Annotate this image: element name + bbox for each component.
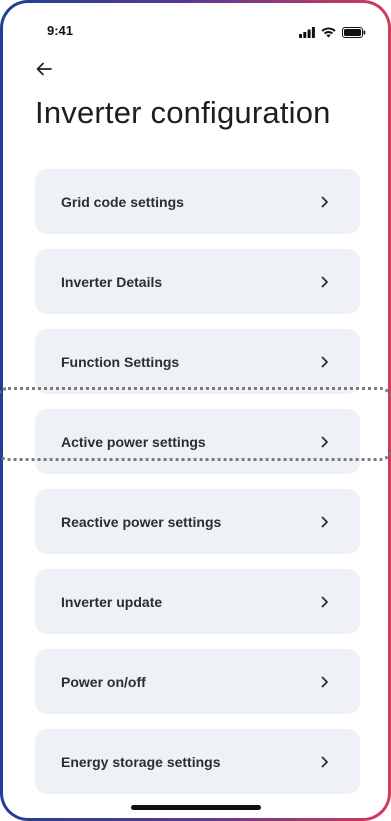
page-title: Inverter configuration xyxy=(35,95,331,130)
home-indicator xyxy=(130,805,261,810)
menu-item-label: Energy storage settings xyxy=(61,753,221,770)
status-icons xyxy=(299,25,366,43)
menu-item-label: Inverter update xyxy=(61,593,163,610)
menu-item-label: Function Settings xyxy=(61,353,180,370)
menu-item-label: Grid code settings xyxy=(61,193,184,210)
menu-item-reactive-power-settings[interactable]: Reactive power settings xyxy=(35,489,360,554)
menu-item-label: Inverter Details xyxy=(61,273,163,290)
menu-item-inverter-update[interactable]: Inverter update xyxy=(35,569,360,634)
back-button[interactable] xyxy=(31,59,57,83)
chevron-right-icon xyxy=(320,596,330,608)
chevron-right-icon xyxy=(320,436,330,448)
wifi-icon xyxy=(321,25,336,43)
chevron-right-icon xyxy=(320,196,330,208)
menu-item-function-settings[interactable]: Function Settings xyxy=(35,329,360,394)
status-bar: 9:41 xyxy=(3,3,388,55)
chevron-right-icon xyxy=(320,356,330,368)
menu-item-label: Reactive power settings xyxy=(61,513,222,530)
chevron-right-icon xyxy=(320,756,330,768)
menu-item-grid-code-settings[interactable]: Grid code settings xyxy=(35,169,360,234)
settings-menu: Grid code settings Inverter Details Func… xyxy=(35,169,360,809)
signal-icon xyxy=(299,25,315,43)
arrow-left-icon xyxy=(36,62,52,81)
chevron-right-icon xyxy=(320,516,330,528)
menu-item-energy-storage-settings[interactable]: Energy storage settings xyxy=(35,729,360,794)
screen: 9:41 Inverter configuration Grid code se… xyxy=(3,3,388,818)
phone-frame: 9:41 Inverter configuration Grid code se… xyxy=(0,0,391,821)
menu-item-power-on-off[interactable]: Power on/off xyxy=(35,649,360,714)
menu-item-label: Active power settings xyxy=(61,433,206,450)
chevron-right-icon xyxy=(320,276,330,288)
status-time: 9:41 xyxy=(47,23,74,38)
menu-item-inverter-details[interactable]: Inverter Details xyxy=(35,249,360,314)
chevron-right-icon xyxy=(320,676,330,688)
menu-item-active-power-settings[interactable]: Active power settings xyxy=(35,409,360,474)
battery-icon xyxy=(342,25,366,43)
menu-item-label: Power on/off xyxy=(61,673,146,690)
